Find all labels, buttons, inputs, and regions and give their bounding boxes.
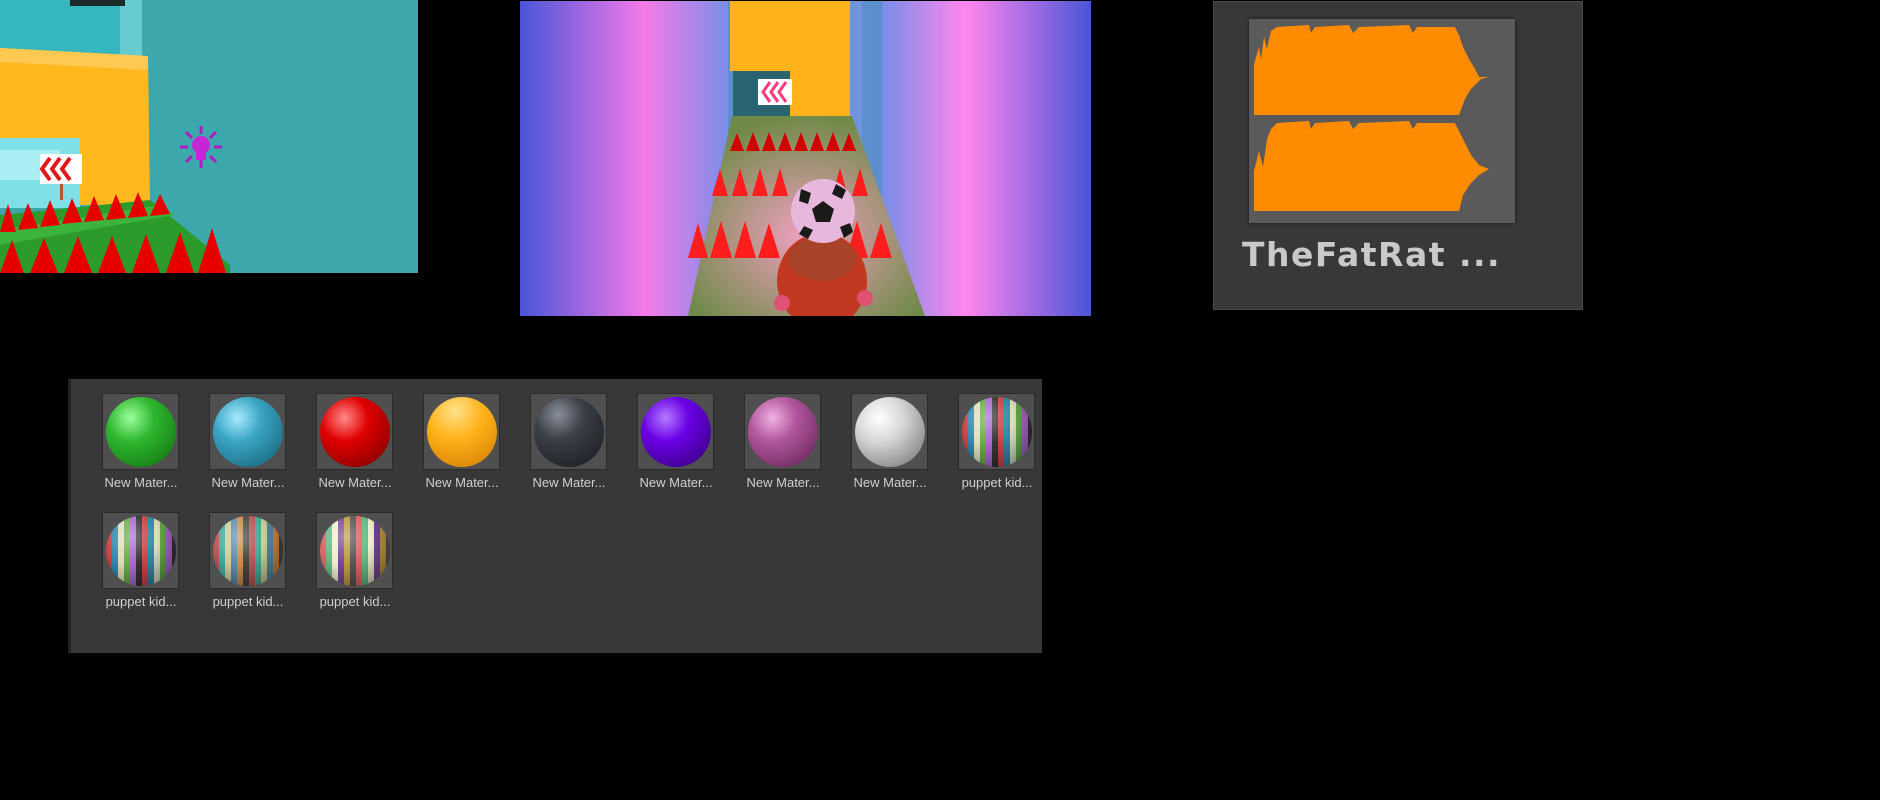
asset-label: New Mater... <box>425 475 499 490</box>
material-thumbnail <box>209 512 286 589</box>
material-sphere-icon <box>640 396 711 467</box>
asset-label: New Mater... <box>532 475 606 490</box>
material-sphere-icon <box>105 515 176 586</box>
asset-label: New Mater... <box>853 475 927 490</box>
material-thumbnail <box>209 393 286 470</box>
asset-label: New Mater... <box>211 475 285 490</box>
asset-label: New Mater... <box>639 475 713 490</box>
material-thumbnail <box>423 393 500 470</box>
asset-label: New Mater... <box>746 475 820 490</box>
asset-tile-material[interactable]: New Mater... <box>513 379 609 490</box>
soccer-ball <box>791 179 855 243</box>
project-assets-grid: New Mater... New Mater... New Mater... N… <box>68 379 1042 653</box>
scene-view[interactable] <box>0 0 418 273</box>
material-thumbnail <box>851 393 928 470</box>
material-thumbnail <box>316 393 393 470</box>
asset-label: New Mater... <box>104 475 178 490</box>
light-gizmo-icon[interactable] <box>180 126 222 168</box>
material-thumbnail <box>530 393 607 470</box>
material-sphere-icon <box>961 396 1032 467</box>
asset-tile-material[interactable]: puppet kid... <box>941 379 1037 490</box>
material-sphere-icon <box>854 396 925 467</box>
material-thumbnail <box>958 393 1035 470</box>
asset-tile-material[interactable]: puppet kid... <box>192 498 288 609</box>
asset-tile-material[interactable]: puppet kid... <box>85 498 181 609</box>
material-sphere-icon <box>105 396 176 467</box>
asset-tile-material[interactable]: New Mater... <box>85 379 181 490</box>
material-sphere-icon <box>212 396 283 467</box>
chevron-arrow-sign <box>758 79 792 105</box>
material-sphere-icon <box>426 396 497 467</box>
audio-waveform-icon <box>1249 19 1515 223</box>
asset-label: puppet kid... <box>105 594 177 609</box>
asset-label: New Mater... <box>318 475 392 490</box>
asset-tile-material[interactable]: New Mater... <box>299 379 395 490</box>
material-sphere-icon <box>533 396 604 467</box>
material-thumbnail <box>316 512 393 589</box>
asset-label: puppet kid... <box>319 594 391 609</box>
material-sphere-icon <box>212 515 283 586</box>
asset-tile-material[interactable]: puppet kid... <box>299 498 395 609</box>
game-view[interactable] <box>520 1 1091 316</box>
asset-tile-material[interactable]: New Mater... <box>192 379 288 490</box>
material-thumbnail <box>102 512 179 589</box>
material-sphere-icon <box>747 396 818 467</box>
audio-asset-name: TheFatRat ... <box>1242 235 1502 274</box>
asset-tile-material[interactable]: New Mater... <box>727 379 823 490</box>
audio-asset-tile[interactable]: TheFatRat ... <box>1213 1 1583 310</box>
asset-tile-material[interactable]: New Mater... <box>406 379 502 490</box>
material-thumbnail <box>744 393 821 470</box>
asset-tile-material[interactable]: New Mater... <box>834 379 930 490</box>
material-thumbnail <box>102 393 179 470</box>
material-sphere-icon <box>319 515 390 586</box>
asset-label: puppet kid... <box>212 594 284 609</box>
asset-tile-material[interactable]: New Mater... <box>620 379 716 490</box>
material-thumbnail <box>637 393 714 470</box>
material-sphere-icon <box>319 396 390 467</box>
asset-label: puppet kid... <box>961 475 1033 490</box>
